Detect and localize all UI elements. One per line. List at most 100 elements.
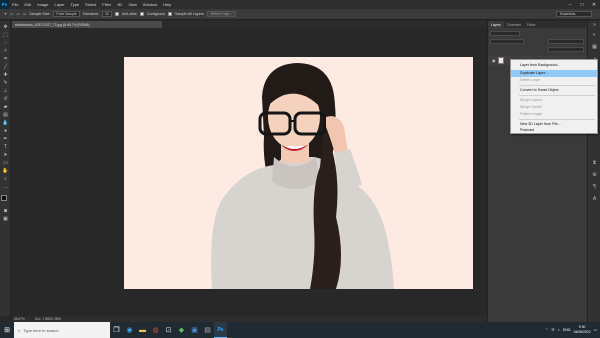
menu-edit[interactable]: Edit: [21, 2, 34, 7]
character-panel-icon[interactable]: A: [591, 197, 598, 202]
clone-stamp-icon[interactable]: ⊥: [2, 89, 9, 94]
contiguous-checkbox[interactable]: [139, 12, 144, 16]
menu-image[interactable]: Image: [34, 2, 51, 7]
search-icon: ⌕: [18, 327, 21, 333]
lasso-tool-icon[interactable]: ◌: [2, 41, 9, 46]
eyedropper-tool-icon[interactable]: ╱: [2, 65, 9, 70]
magic-wand-tool-icon[interactable]: ✦: [4, 12, 7, 16]
zoom-tool-icon[interactable]: ⌕: [2, 177, 9, 182]
notifications-icon[interactable]: ▭: [594, 328, 597, 332]
contiguous-label: Contiguous: [146, 12, 165, 16]
history-brush-icon[interactable]: ↺: [2, 97, 9, 102]
paragraph-panel-icon[interactable]: ¶: [591, 185, 598, 190]
close-button[interactable]: ✕: [588, 0, 600, 9]
menu-item-convert-smart-object[interactable]: Convert to Smart Object: [511, 87, 597, 94]
tab-layers[interactable]: Layers: [488, 21, 504, 28]
document-image[interactable]: [124, 57, 473, 289]
clock[interactable]: 9:30 04/06/2022: [574, 325, 591, 335]
menu-item-duplicate-layer[interactable]: Duplicate Layer...: [511, 70, 597, 77]
app-blue-icon[interactable]: ▣: [188, 322, 201, 338]
marquee-tool-icon[interactable]: ⬚: [2, 33, 9, 38]
menu-select[interactable]: Select: [82, 2, 99, 7]
photoshop-logo: Ps: [0, 0, 9, 9]
menu-separator: [519, 119, 595, 120]
more-tools-icon[interactable]: …: [2, 185, 9, 190]
menu-help[interactable]: Help: [160, 2, 174, 7]
screen-mode-icon[interactable]: ▣: [2, 217, 9, 222]
menu-view[interactable]: View: [125, 2, 140, 7]
anti-alias-checkbox[interactable]: [114, 12, 119, 16]
menu-item-flatten-image: Flatten Image: [520, 112, 542, 116]
visibility-eye-icon[interactable]: ◉: [492, 58, 496, 63]
crop-tool-icon[interactable]: ⌗: [2, 57, 9, 62]
sample-size-select[interactable]: Point Sample: [53, 11, 80, 17]
menu-item-postcard[interactable]: Postcard: [511, 127, 597, 134]
fill-field[interactable]: [548, 47, 584, 52]
healing-brush-icon[interactable]: ✚: [2, 73, 9, 78]
brush-tool-icon[interactable]: ✎: [2, 81, 9, 86]
gradient-tool-icon[interactable]: ▤: [2, 113, 9, 118]
tolerance-input[interactable]: 32: [102, 11, 112, 17]
tray-chevron-icon[interactable]: ⌃: [545, 328, 548, 332]
workspace-select[interactable]: Essentials: [556, 11, 592, 17]
menu-filter[interactable]: Filter: [99, 2, 114, 7]
hand-tool-icon[interactable]: ✋: [2, 169, 9, 174]
eraser-tool-icon[interactable]: ▰: [2, 105, 9, 110]
collapse-panels-icon[interactable]: »: [591, 23, 598, 28]
taskbar-search-box[interactable]: ⌕ Type here to search: [14, 322, 110, 338]
menu-type[interactable]: Type: [68, 2, 83, 7]
maximize-button[interactable]: □: [576, 0, 588, 9]
menu-file[interactable]: File: [9, 2, 21, 7]
menu-item-layer-from-background[interactable]: Layer from Background...: [511, 62, 597, 69]
photoshop-taskbar-icon[interactable]: Ps: [214, 322, 227, 338]
swatches-panel-icon[interactable]: ▦: [591, 45, 598, 50]
blur-tool-icon[interactable]: 💧: [2, 121, 9, 126]
search-placeholder: Type here to search: [23, 327, 59, 333]
properties-panel-icon[interactable]: ⚙: [591, 173, 598, 178]
task-view-icon[interactable]: ❐: [110, 322, 123, 338]
shape-tool-icon[interactable]: ▭: [2, 161, 9, 166]
store-icon[interactable]: ⊡: [162, 322, 175, 338]
opacity-field[interactable]: [548, 39, 584, 44]
add-selection-icon[interactable]: ▭: [16, 12, 19, 16]
refine-edge-button[interactable]: Refine Edge...: [206, 11, 237, 17]
history-panel-icon[interactable]: ⧗: [591, 161, 598, 166]
menu-3d[interactable]: 3D: [114, 2, 125, 7]
windows-taskbar: ⊞ ⌕ Type here to search ❐ ◉ ▬ ◍ ⊡ ◆ ▣ ▤ …: [0, 322, 600, 338]
subtract-selection-icon[interactable]: ▭: [23, 12, 26, 16]
panel-tabs: Layers Channels Paths: [488, 21, 588, 28]
blend-mode-select[interactable]: [490, 39, 524, 44]
new-selection-icon[interactable]: ▭: [10, 12, 13, 16]
magic-wand-icon[interactable]: ✧: [2, 49, 9, 54]
tab-paths[interactable]: Paths: [524, 21, 538, 28]
app-gray-icon[interactable]: ▤: [201, 322, 214, 338]
type-tool-icon[interactable]: T: [2, 145, 9, 150]
menu-window[interactable]: Window: [140, 2, 160, 7]
zoom-level[interactable]: 66.67%: [14, 317, 25, 321]
move-tool-icon[interactable]: ✥: [2, 25, 9, 30]
options-bar: ✦ ▭ ▭ ▭ Sample Size: Point Sample Tolera…: [0, 9, 600, 20]
language-indicator[interactable]: ENG: [563, 328, 571, 332]
foreground-color-swatch[interactable]: [1, 195, 7, 201]
layer-filter-select[interactable]: [490, 31, 520, 36]
chrome-icon[interactable]: ◍: [149, 322, 162, 338]
menu-separator: [519, 95, 595, 96]
color-panel-icon[interactable]: ◐: [591, 33, 598, 38]
path-selection-icon[interactable]: ➤: [2, 153, 9, 158]
dodge-tool-icon[interactable]: ●: [2, 129, 9, 134]
quick-mask-icon[interactable]: ◙: [2, 209, 9, 214]
window-controls: – □ ✕: [564, 0, 600, 9]
pen-tool-icon[interactable]: ✒: [2, 137, 9, 142]
app-green-icon[interactable]: ◆: [175, 322, 188, 338]
menu-layer[interactable]: Layer: [51, 2, 67, 7]
network-icon[interactable]: ☷: [551, 328, 554, 332]
document-tab[interactable]: shutterstock_425174317_72.jpg @ 66.7% (R…: [12, 21, 162, 28]
windows-start-icon[interactable]: ⊞: [0, 322, 14, 338]
file-explorer-icon[interactable]: ▬: [136, 322, 149, 338]
portrait-photo: [124, 57, 473, 289]
minimize-button[interactable]: –: [564, 0, 576, 9]
sample-all-layers-checkbox[interactable]: [167, 12, 172, 16]
volume-icon[interactable]: ◖: [558, 328, 560, 332]
tab-channels[interactable]: Channels: [504, 21, 524, 28]
edge-browser-icon[interactable]: ◉: [123, 322, 136, 338]
